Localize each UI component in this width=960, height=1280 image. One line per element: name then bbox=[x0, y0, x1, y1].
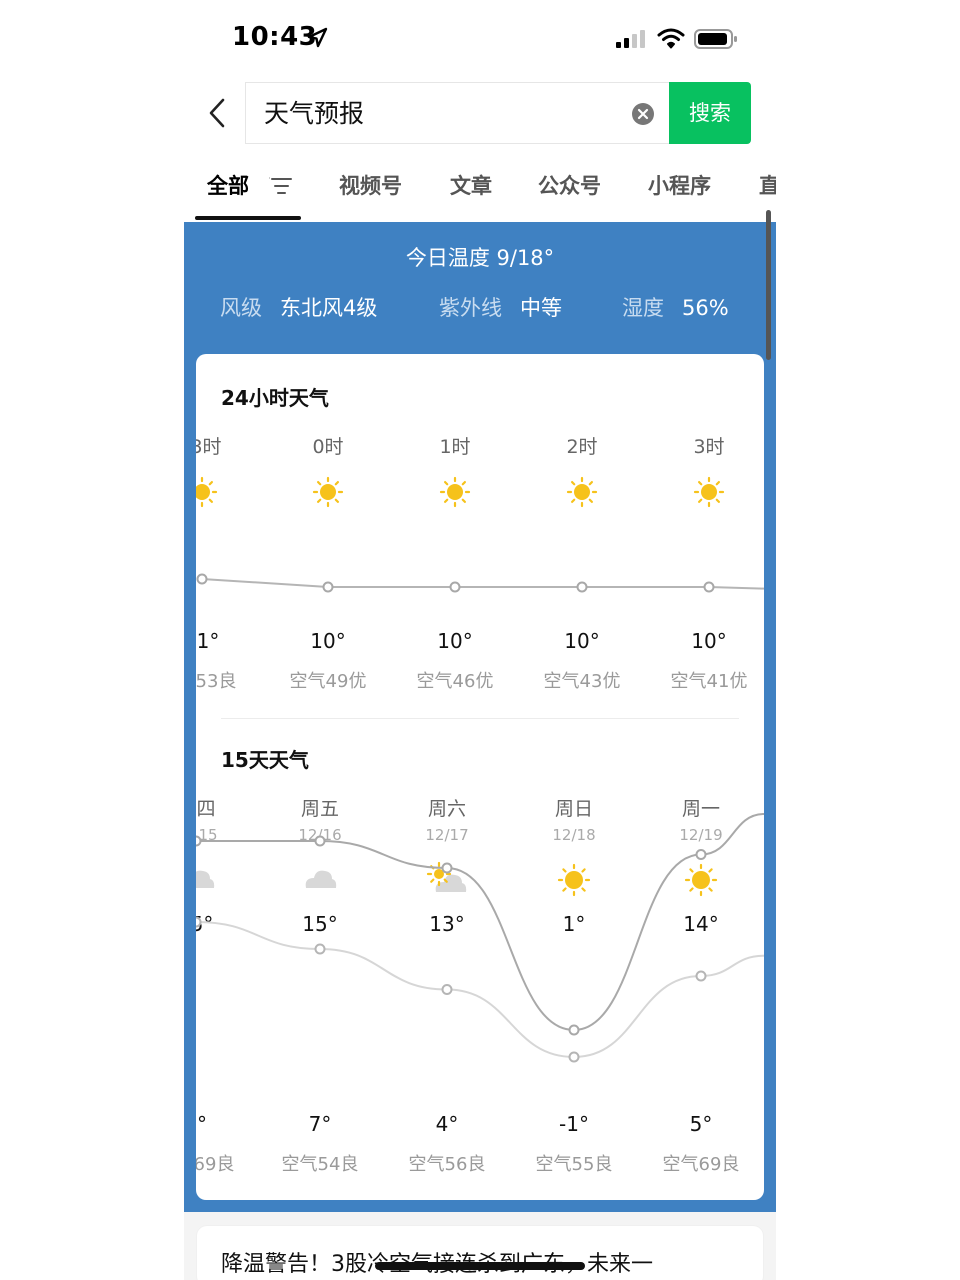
sun-icon bbox=[566, 476, 598, 508]
uv-value: 中等 bbox=[520, 296, 562, 320]
daily-low-point bbox=[568, 1051, 580, 1063]
search-row: 搜索 bbox=[0, 82, 960, 145]
tab-live[interactable]: 直 bbox=[759, 170, 776, 200]
status-time: 10:43 bbox=[232, 22, 318, 52]
clear-icon[interactable] bbox=[631, 102, 655, 126]
battery-icon bbox=[694, 29, 737, 49]
wind-label: 风级 bbox=[220, 296, 262, 320]
humidity-value: 56% bbox=[682, 296, 729, 320]
daily-high-point bbox=[196, 835, 202, 847]
humidity-label: 湿度 bbox=[622, 296, 664, 320]
daily-low-line bbox=[196, 921, 764, 1059]
wind-value: 东北风4级 bbox=[280, 296, 378, 320]
hourly-temp-line bbox=[201, 578, 764, 590]
tab-articles[interactable]: 文章 bbox=[450, 170, 492, 200]
tab-official-accounts[interactable]: 公众号 bbox=[538, 170, 601, 200]
search-input[interactable] bbox=[264, 83, 604, 145]
daily-low-point bbox=[441, 984, 453, 995]
tab-channels[interactable]: 视频号 bbox=[339, 170, 402, 200]
uv-info: 紫外线 中等 bbox=[439, 292, 562, 322]
hourly-temp-point bbox=[196, 573, 208, 585]
daily-low-point bbox=[695, 970, 707, 982]
humidity-info: 湿度 56% bbox=[622, 292, 729, 322]
sun-icon bbox=[312, 476, 344, 508]
tab-all[interactable]: 全部 bbox=[207, 170, 249, 200]
daily-high-point bbox=[695, 849, 707, 860]
hourly-temp-point bbox=[703, 581, 715, 593]
forecast-chart bbox=[196, 476, 764, 1063]
cloud-icon bbox=[196, 870, 215, 888]
filter-icon[interactable] bbox=[269, 176, 293, 196]
today-temperature: 今日温度 9/18° bbox=[405, 246, 555, 270]
status-bar: 10:43 bbox=[0, 0, 960, 80]
back-arrow-icon[interactable] bbox=[205, 96, 231, 130]
hourly-temp-point bbox=[576, 581, 588, 593]
cloud-icon bbox=[305, 870, 337, 888]
daily-high-point bbox=[441, 862, 453, 874]
sun-icon bbox=[196, 476, 218, 508]
hourly-temp-point bbox=[322, 581, 334, 593]
daily-high-point bbox=[314, 835, 326, 847]
daily-low-point bbox=[196, 916, 202, 928]
forecast-panel: 24小时天气 3时 0时 1时 2时 3时 1° 10° 10° 10° 10°… bbox=[196, 354, 764, 1200]
home-indicator bbox=[375, 1262, 585, 1270]
active-tab-indicator bbox=[195, 216, 301, 220]
scrollbar[interactable] bbox=[766, 210, 771, 360]
tab-mini-programs[interactable]: 小程序 bbox=[648, 170, 711, 200]
search-box[interactable] bbox=[245, 82, 671, 145]
location-arrow-icon bbox=[307, 27, 328, 48]
search-button[interactable]: 搜索 bbox=[669, 82, 751, 144]
daily-high-point bbox=[568, 1024, 580, 1036]
daily-low-point bbox=[314, 943, 326, 955]
sun-icon bbox=[693, 476, 725, 508]
hourly-temp-point bbox=[449, 581, 461, 593]
wind-info: 风级 东北风4级 bbox=[220, 292, 377, 322]
sun-icon bbox=[439, 476, 471, 508]
cellular-signal-icon bbox=[616, 30, 645, 48]
weather-card: 今日温度 9/18° 风级 东北风4级 紫外线 中等 湿度 56% 24小时天气 3时… bbox=[184, 222, 776, 1212]
wifi-icon bbox=[657, 28, 685, 49]
sun-icon bbox=[684, 863, 718, 897]
sun-icon bbox=[557, 863, 591, 897]
filter-tabs: 全部 视频号 文章 公众号 小程序 直 bbox=[185, 160, 776, 220]
uv-label: 紫外线 bbox=[439, 296, 502, 320]
news-card[interactable]: 降温警告！3股冷空气接连杀到广东，未来一 bbox=[197, 1226, 763, 1280]
